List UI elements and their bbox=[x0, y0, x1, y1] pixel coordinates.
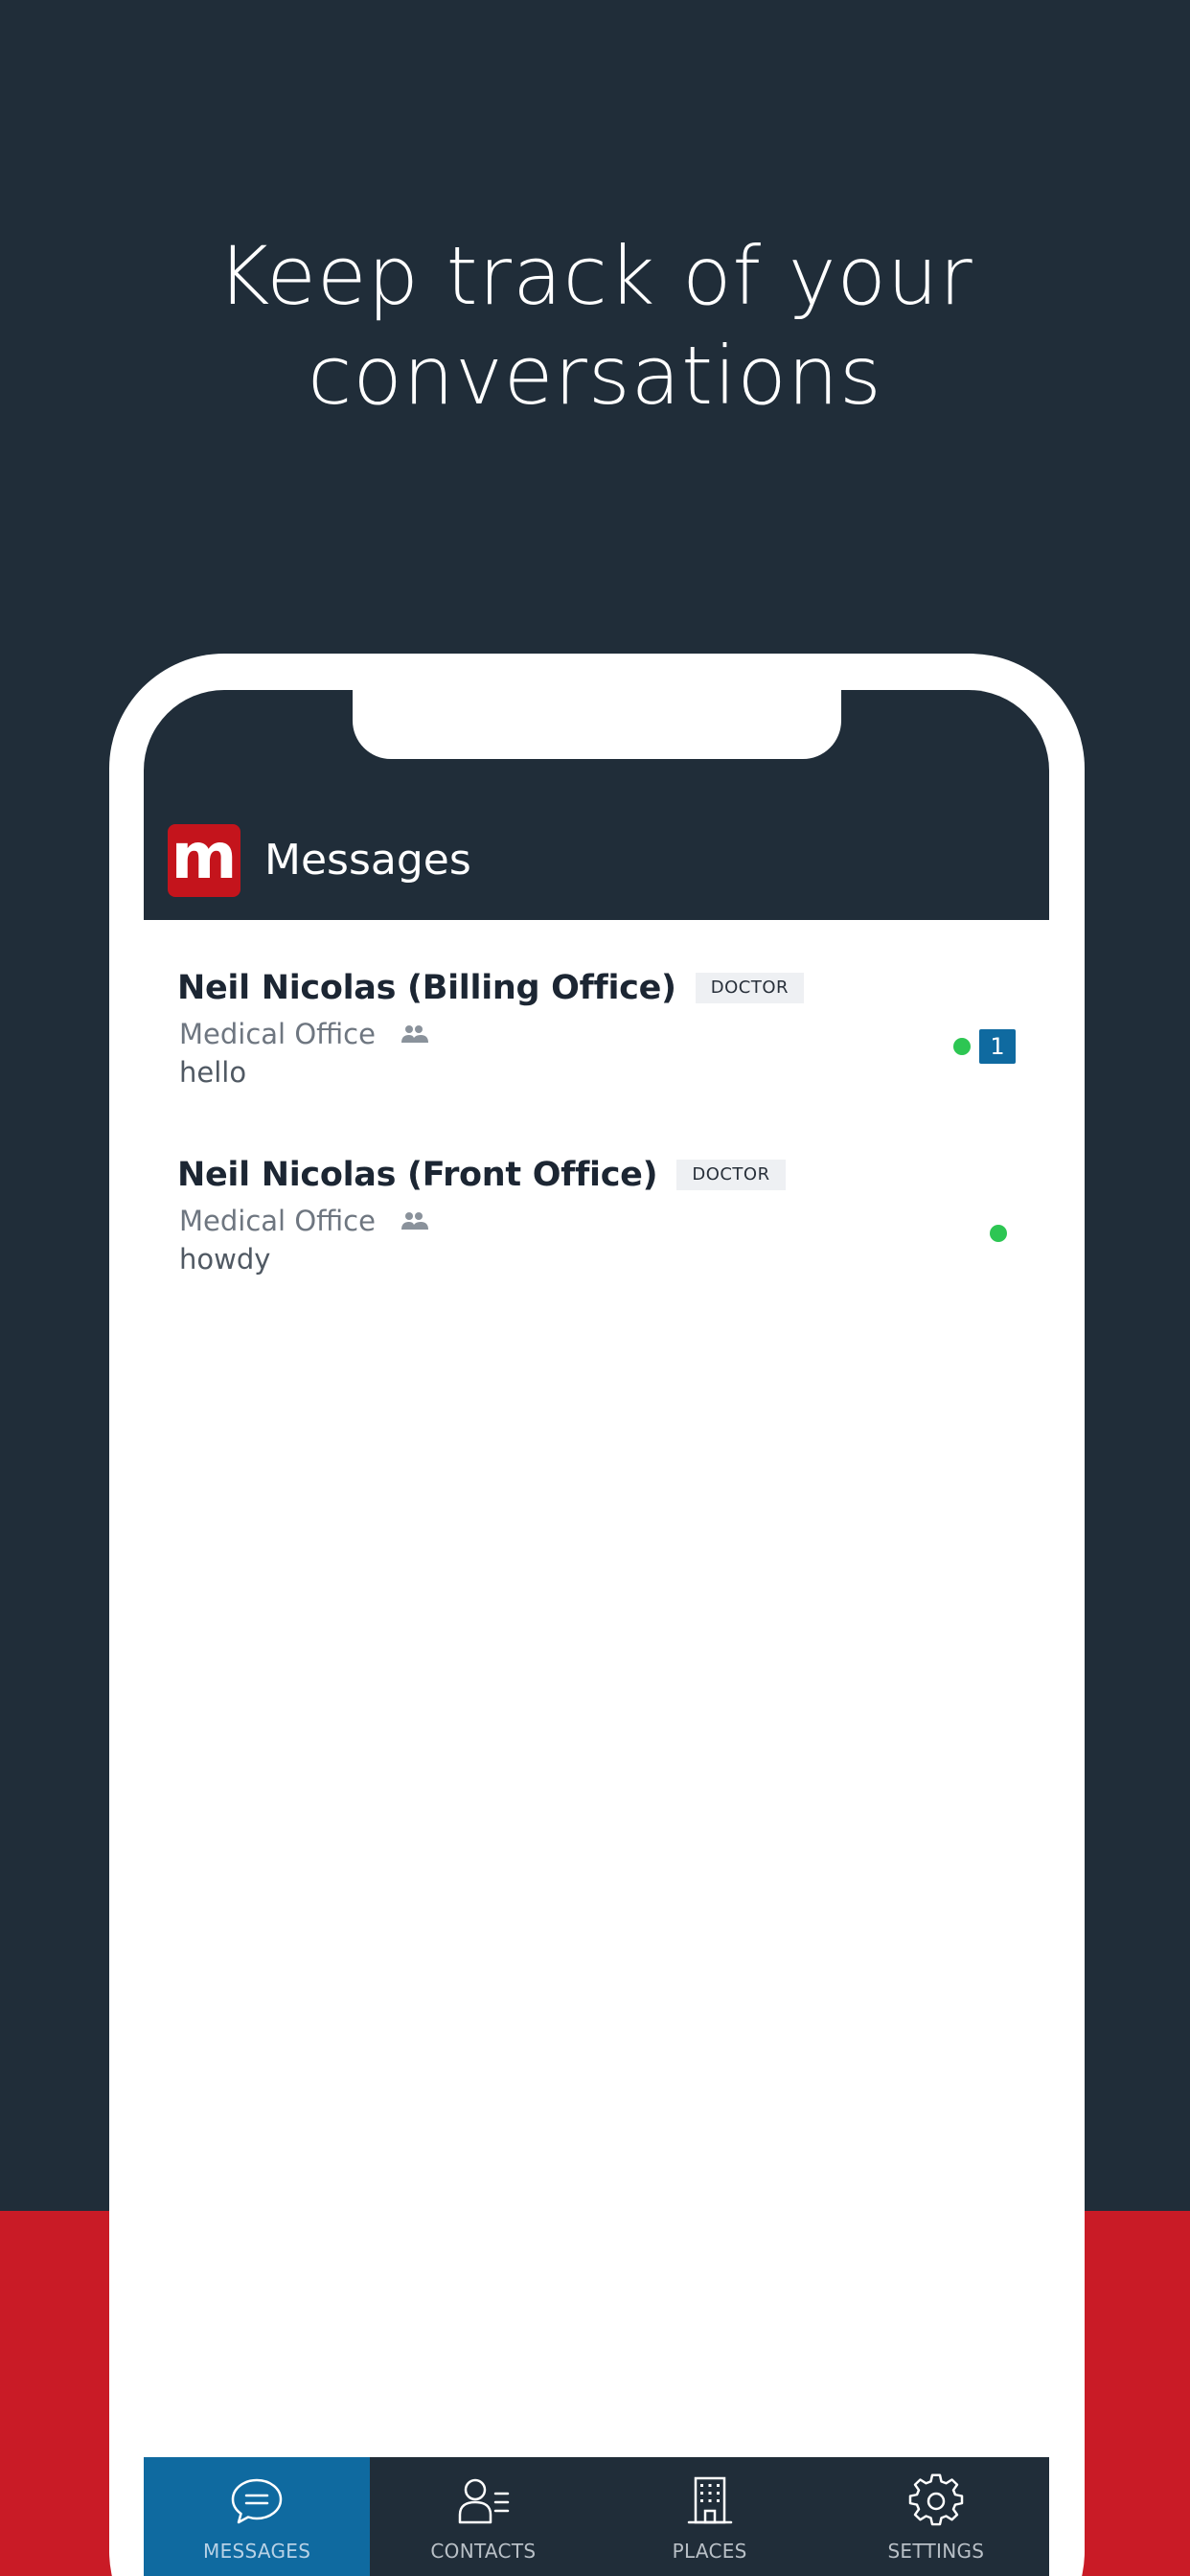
conversation-place: Medical Office bbox=[179, 1202, 429, 1240]
tab-label: MESSAGES bbox=[203, 2540, 311, 2563]
tab-label: SETTINGS bbox=[887, 2540, 985, 2563]
conversation-header: Neil Nicolas (Front Office) DOCTOR bbox=[177, 1150, 786, 1200]
page-title: Messages bbox=[264, 836, 471, 885]
unread-count-badge: 1 bbox=[979, 1029, 1016, 1064]
headline-line-2: conversations bbox=[308, 329, 882, 423]
building-icon bbox=[687, 2476, 732, 2524]
app-logo: m bbox=[168, 824, 240, 897]
headline-line-1: Keep track of your bbox=[217, 229, 973, 323]
conversation-place: Medical Office bbox=[179, 1015, 429, 1053]
promo-page: Keep track of your conversations m Messa… bbox=[0, 0, 1190, 2576]
app-header: m Messages bbox=[144, 690, 1049, 920]
tab-places[interactable]: PLACES bbox=[597, 2457, 823, 2576]
role-badge: DOCTOR bbox=[695, 973, 805, 1003]
headline: Keep track of your conversations bbox=[0, 226, 1190, 426]
online-status-dot bbox=[953, 1038, 971, 1055]
chat-bubble-icon bbox=[231, 2478, 283, 2524]
phone-notch bbox=[353, 690, 841, 759]
tab-label: CONTACTS bbox=[430, 2540, 537, 2563]
role-badge: DOCTOR bbox=[676, 1160, 786, 1190]
gear-icon bbox=[908, 2473, 964, 2526]
message-preview: hello bbox=[179, 1056, 247, 1089]
tab-settings[interactable]: SETTINGS bbox=[823, 2457, 1049, 2576]
place-label: Medical Office bbox=[179, 1205, 376, 1237]
group-icon bbox=[400, 1212, 428, 1230]
message-preview: howdy bbox=[179, 1243, 271, 1276]
tab-contacts[interactable]: CONTACTS bbox=[370, 2457, 596, 2576]
conversation-name: Neil Nicolas (Front Office) bbox=[177, 1156, 658, 1194]
contacts-icon bbox=[459, 2478, 510, 2524]
conversation-row[interactable]: Neil Nicolas (Front Office) DOCTOR Medic… bbox=[144, 1150, 1049, 1332]
conversation-header: Neil Nicolas (Billing Office) DOCTOR bbox=[177, 963, 805, 1013]
group-icon bbox=[400, 1025, 428, 1043]
phone-screen: m Messages Neil Nicolas (Billing Office)… bbox=[144, 690, 1049, 2576]
tab-messages[interactable]: MESSAGES bbox=[144, 2457, 371, 2576]
conversation-name: Neil Nicolas (Billing Office) bbox=[177, 969, 676, 1007]
online-status-dot bbox=[990, 1225, 1007, 1242]
conversation-row[interactable]: Neil Nicolas (Billing Office) DOCTOR Med… bbox=[144, 963, 1049, 1145]
place-label: Medical Office bbox=[179, 1018, 376, 1050]
bottom-tab-bar: MESSAGES CONTACTS PLACES SETTINGS bbox=[144, 2457, 1049, 2576]
tab-label: PLACES bbox=[672, 2540, 747, 2563]
